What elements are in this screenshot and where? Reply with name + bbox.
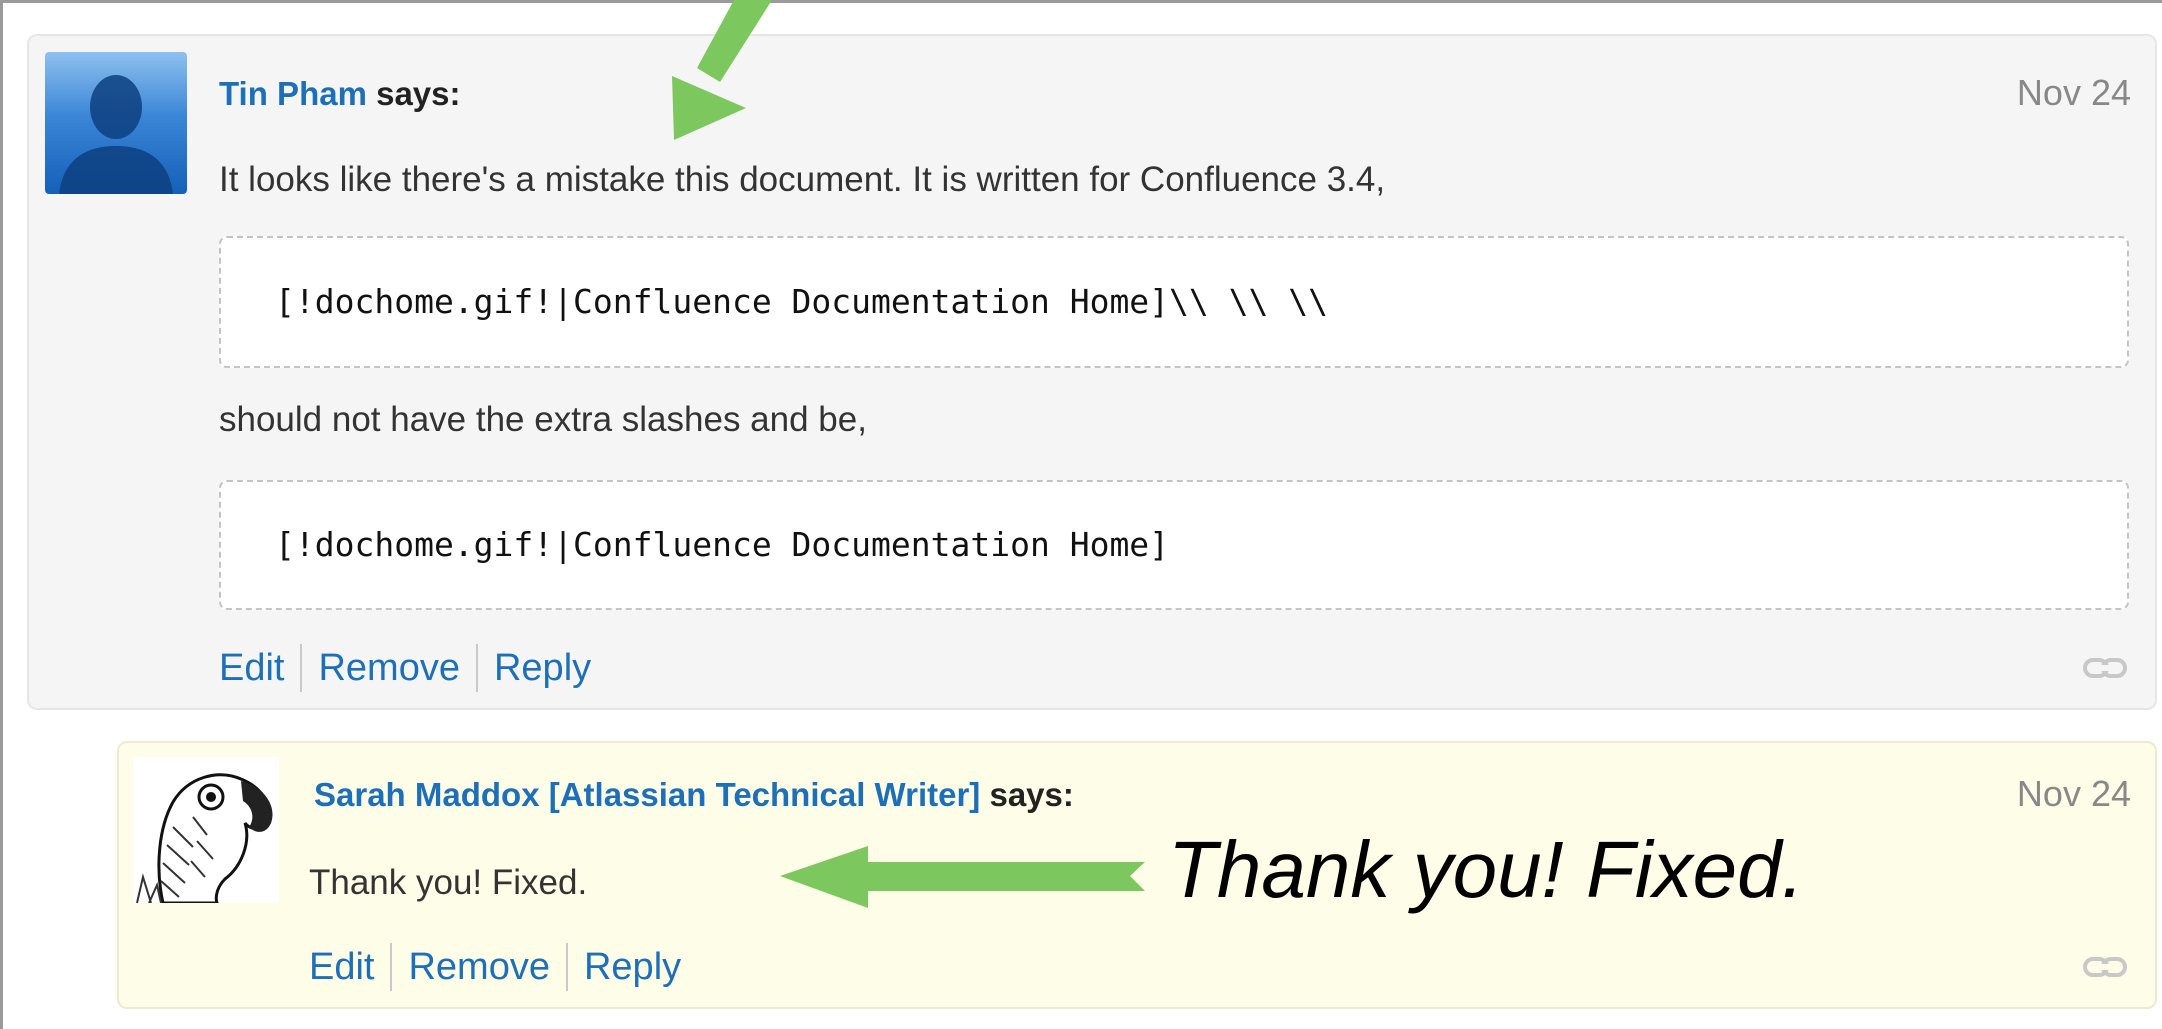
diagonal-arrow-icon [672, 0, 772, 140]
annotation-arrows [672, 0, 1145, 908]
annotation-callout: Thank you! Fixed. [1168, 825, 1804, 914]
left-arrow-icon [780, 846, 1145, 908]
